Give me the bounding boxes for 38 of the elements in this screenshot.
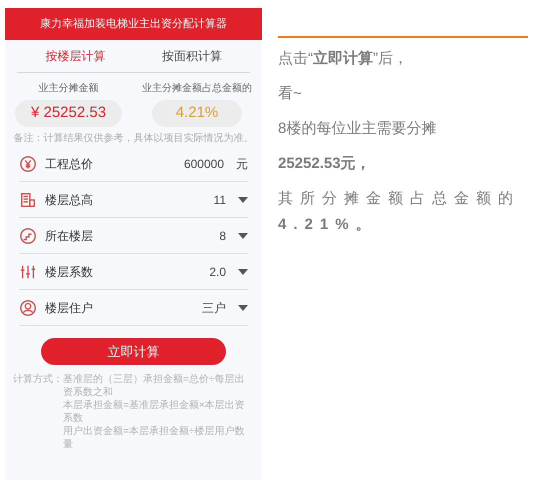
caret-icon (238, 232, 248, 238)
tab[interactable]: 按面积计算 (134, 40, 250, 72)
dropdown[interactable]: 11 (214, 190, 248, 208)
formula-line: 本层承担金额=基准层承担金额×本层出资系数 (63, 399, 246, 425)
article-paragraph: 看~ (278, 84, 303, 104)
result-label: 业主分摊金额占总金额的 (142, 82, 252, 96)
formula-label: 计算方式： (13, 373, 63, 387)
article-paragraph: 点击“立即计算”后， (278, 49, 409, 69)
result-value: 4.21% (152, 100, 242, 127)
note-text: 备注：计算结果仅供参考，具体以项目实际情况为准。 (12, 132, 254, 146)
building-icon (19, 190, 37, 208)
field-label: 工程总价 (45, 156, 94, 172)
field-label: 楼层住户 (45, 300, 94, 316)
result-value: ¥ 25252.53 (14, 100, 122, 127)
formula-line: 基准层的（三层）承担金额=总价÷每层出资系数之和 (63, 373, 246, 399)
tab[interactable]: 按楼层计算 (17, 40, 134, 72)
sliders-icon (19, 262, 37, 280)
calculate-button[interactable]: 立即计算 (41, 338, 226, 365)
app-title: 康力幸福加装电梯业主出资分配计算器 (40, 16, 227, 32)
field-label: 楼层总高 (45, 192, 94, 208)
stairs-icon (19, 226, 37, 244)
dropdown[interactable]: 三户 (202, 298, 248, 316)
article-paragraph: 其所分摊金额占总金额的4.21%。 (278, 189, 521, 235)
article-paragraph: 8楼的每位业主需要分摊 (278, 119, 438, 139)
dropdown[interactable]: 2.0 (209, 262, 248, 280)
yen-icon (19, 154, 37, 172)
unit-label: 元 (236, 156, 248, 172)
user-icon (19, 298, 37, 316)
field-label: 楼层系数 (45, 264, 94, 280)
formula-line: 用户出资金额=本层承担金额÷楼层用户数量 (63, 425, 246, 451)
article-paragraph: 25252.53元， (278, 154, 372, 174)
price-field[interactable]: 600000 (184, 154, 224, 172)
field-label: 所在楼层 (45, 228, 94, 244)
result-label: 业主分摊金额 (38, 82, 98, 96)
caret-icon (238, 196, 248, 202)
dropdown[interactable]: 8 (219, 226, 248, 244)
caret-icon (238, 304, 248, 310)
caret-icon (238, 268, 248, 274)
